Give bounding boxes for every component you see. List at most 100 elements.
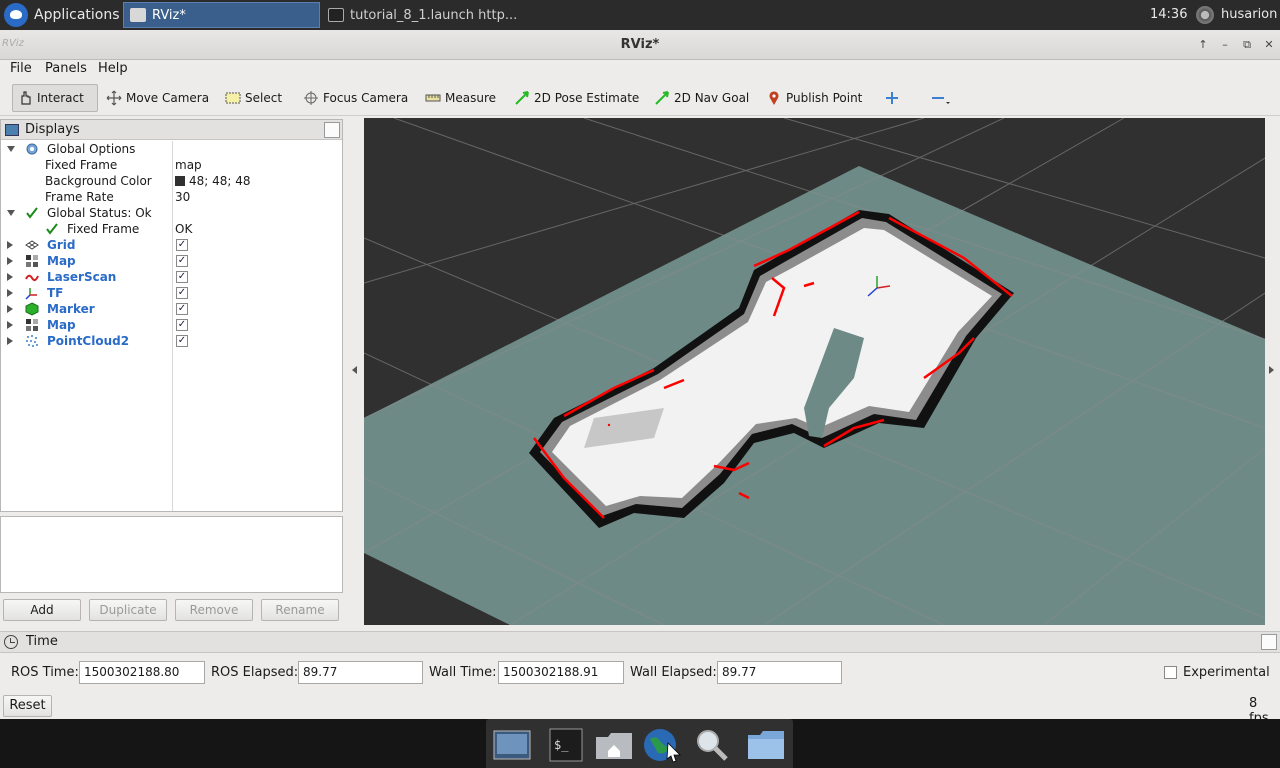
expand-right-icon[interactable] — [7, 273, 13, 281]
collapse-left-arrow-icon[interactable] — [352, 366, 357, 374]
tree-row-fixed-frame[interactable]: Fixed Frame map — [1, 157, 342, 173]
tree-row-frame-rate[interactable]: Frame Rate 30 — [1, 189, 342, 205]
window-maximize-icon[interactable]: ⧉ — [1240, 38, 1254, 52]
display-tf-checkbox[interactable]: ✓ — [176, 287, 188, 299]
tree-row-background-color[interactable]: Background Color 48; 48; 48 — [1, 173, 342, 189]
wall-elapsed-field[interactable]: 89.77 — [717, 661, 842, 684]
tool-measure[interactable]: Measure — [421, 84, 500, 112]
fixed-frame-label: Fixed Frame — [45, 158, 118, 172]
window-up-icon[interactable]: ↑ — [1196, 38, 1210, 52]
status-fixed-frame-value: OK — [175, 222, 193, 236]
tool-move-camera[interactable]: Move Camera — [102, 84, 213, 112]
window-title: RViz* — [620, 37, 660, 52]
tree-row-grid[interactable]: Grid ✓ — [1, 237, 342, 253]
collapse-right-arrow-icon[interactable] — [1269, 366, 1274, 374]
clock[interactable]: 14:36 — [1150, 0, 1187, 30]
window-titlebar[interactable]: RViz RViz* ↑ – ⧉ ✕ — [0, 30, 1280, 60]
select-icon — [225, 92, 241, 104]
tool-interact[interactable]: Interact — [12, 84, 98, 112]
wall-time-field[interactable]: 1500302188.91 — [498, 661, 624, 684]
display-marker-label: Marker — [47, 302, 95, 316]
tool-select[interactable]: Select — [221, 84, 286, 112]
displays-undock-button[interactable] — [324, 122, 340, 138]
nav-goal-arrow-icon — [655, 91, 669, 105]
global-status-label: Global Status: Ok — [47, 206, 152, 220]
display-map-checkbox[interactable]: ✓ — [176, 255, 188, 267]
experimental-checkbox[interactable] — [1164, 666, 1177, 679]
web-browser-icon[interactable] — [642, 727, 682, 763]
menu-file[interactable]: File — [10, 61, 32, 76]
user-menu[interactable]: husarion — [1221, 0, 1277, 30]
menu-help[interactable]: Help — [98, 61, 128, 76]
monitor-icon — [5, 123, 19, 136]
tree-row-map[interactable]: Map ✓ — [1, 253, 342, 269]
display-map-2-checkbox[interactable]: ✓ — [176, 319, 188, 331]
tree-row-marker[interactable]: Marker ✓ — [1, 301, 342, 317]
time-panel-undock-button[interactable] — [1261, 634, 1277, 650]
taskbar-rviz-label: RViz* — [152, 7, 186, 23]
ros-elapsed-field[interactable]: 89.77 — [298, 661, 423, 684]
background-color-value[interactable]: 48; 48; 48 — [175, 173, 251, 189]
tree-row-laserscan[interactable]: LaserScan ✓ — [1, 269, 342, 285]
tree-row-pointcloud2[interactable]: PointCloud2 ✓ — [1, 333, 342, 349]
display-marker-checkbox[interactable]: ✓ — [176, 303, 188, 315]
add-display-button[interactable]: Add — [3, 599, 81, 621]
frame-rate-value[interactable]: 30 — [175, 189, 190, 205]
expand-right-icon[interactable] — [7, 305, 13, 313]
tool-publish-point[interactable]: Publish Point — [762, 84, 866, 112]
tree-row-map-2[interactable]: Map ✓ — [1, 317, 342, 333]
home-folder-icon[interactable] — [594, 727, 634, 763]
pose-arrow-icon — [515, 91, 529, 105]
tree-row-tf[interactable]: TF ✓ — [1, 285, 342, 301]
file-manager-icon[interactable] — [746, 727, 786, 763]
display-pointcloud2-checkbox[interactable]: ✓ — [176, 335, 188, 347]
expand-right-icon[interactable] — [7, 321, 13, 329]
window-minimize-icon[interactable]: – — [1218, 38, 1232, 52]
search-icon[interactable] — [692, 727, 732, 763]
display-tf-label: TF — [47, 286, 64, 300]
reset-button[interactable]: Reset — [3, 695, 52, 717]
taskbar-rviz[interactable]: RViz* — [123, 2, 320, 28]
applications-label: Applications — [34, 7, 120, 23]
menu-panels[interactable]: Panels — [45, 61, 87, 76]
render-3d-view[interactable] — [364, 118, 1265, 625]
remove-display-button[interactable]: Remove — [175, 599, 253, 621]
remove-tool-button[interactable] — [926, 84, 958, 112]
fixed-frame-value[interactable]: map — [175, 157, 202, 173]
tool-2d-nav-goal[interactable]: 2D Nav Goal — [650, 84, 753, 112]
display-grid-checkbox[interactable]: ✓ — [176, 239, 188, 251]
window-close-icon[interactable]: ✕ — [1262, 38, 1276, 52]
applications-menu-button[interactable]: Applications — [0, 0, 122, 30]
rviz-app-icon — [130, 8, 146, 22]
taskbar-terminal[interactable]: tutorial_8_1.launch http... — [322, 2, 522, 28]
ros-time-label: ROS Time: — [11, 665, 79, 680]
tool-interact-label: Interact — [37, 91, 84, 105]
expand-right-icon[interactable] — [7, 337, 13, 345]
tree-row-status-fixed-frame[interactable]: Fixed Frame OK — [1, 221, 342, 237]
expand-right-icon[interactable] — [7, 241, 13, 249]
plus-icon — [886, 92, 898, 104]
duplicate-display-button[interactable]: Duplicate — [89, 599, 167, 621]
ros-time-field[interactable]: 1500302188.80 — [79, 661, 205, 684]
rename-display-button[interactable]: Rename — [261, 599, 339, 621]
ros-elapsed-label: ROS Elapsed: — [211, 665, 299, 680]
display-laserscan-label: LaserScan — [47, 270, 117, 284]
terminal-icon[interactable]: $_ — [546, 727, 586, 763]
status-fixed-frame-label: Fixed Frame — [67, 222, 140, 236]
expand-down-icon[interactable] — [7, 146, 15, 152]
map-icon — [26, 255, 38, 267]
display-map-label: Map — [47, 254, 76, 268]
tool-focus-camera[interactable]: Focus Camera — [299, 84, 412, 112]
focus-camera-icon — [304, 91, 318, 105]
tree-row-global-status[interactable]: Global Status: Ok — [1, 205, 342, 221]
show-desktop-icon[interactable] — [492, 727, 532, 763]
add-tool-button[interactable] — [880, 84, 908, 112]
tree-row-global-options[interactable]: Global Options — [1, 141, 342, 157]
display-laserscan-checkbox[interactable]: ✓ — [176, 271, 188, 283]
expand-right-icon[interactable] — [7, 257, 13, 265]
tool-2d-pose-estimate[interactable]: 2D Pose Estimate — [510, 84, 643, 112]
expand-right-icon[interactable] — [7, 289, 13, 297]
expand-down-icon[interactable] — [7, 210, 15, 216]
color-swatch — [175, 176, 185, 186]
toolbar: Interact Move Camera Select Focus Camera… — [0, 80, 1280, 116]
